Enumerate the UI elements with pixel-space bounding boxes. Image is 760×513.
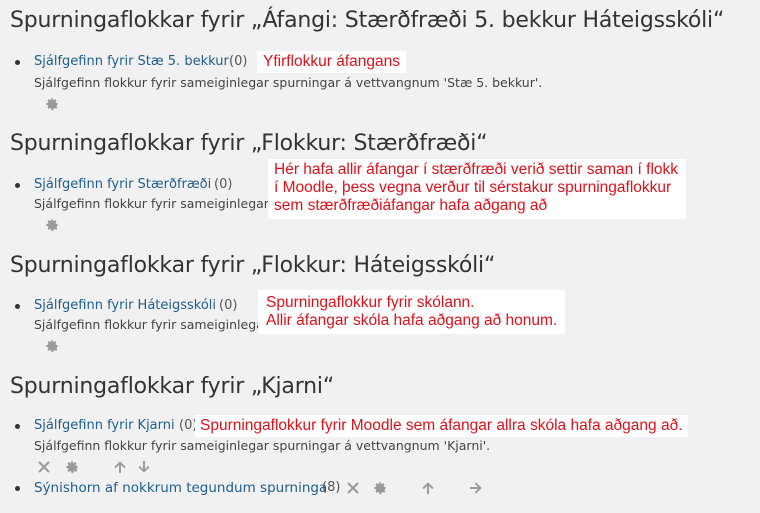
annotation-note: Hér hafa allir áfangar í stærðfræði veri…: [268, 159, 687, 219]
section-heading: Spurningaflokkar fyrir „Flokkur: Stærðfr…: [10, 131, 488, 156]
category-description: Sjálfgefinn flokkur fyrir sameiginlegar …: [34, 438, 491, 453]
gear-icon[interactable]: [65, 460, 79, 474]
list-bullet: [15, 486, 20, 491]
category-link[interactable]: Sjálfgefinn fyrir Stæ 5. bekkur: [34, 54, 229, 69]
question-count: (8): [322, 480, 341, 495]
list-bullet: [15, 183, 20, 188]
gear-icon[interactable]: [45, 339, 59, 353]
question-count: (0): [229, 54, 248, 69]
category-link[interactable]: Sýnishorn af nokkrum tegundum spurninga: [34, 480, 327, 496]
question-count: (0): [214, 177, 233, 192]
close-icon[interactable]: [37, 460, 51, 474]
section-heading: Spurningaflokkar fyrir „Áfangi: Stærðfræ…: [10, 8, 725, 33]
section-heading: Spurningaflokkar fyrir „Flokkur: Háteigs…: [10, 253, 496, 278]
section-heading: Spurningaflokkar fyrir „Kjarni“: [10, 374, 335, 399]
list-bullet: [15, 424, 20, 429]
question-count: (0): [219, 298, 238, 313]
annotation-note: Spurningaflokkur fyrir skólann. Allir áf…: [258, 290, 566, 334]
arrow-up-icon[interactable]: [113, 460, 127, 474]
arrow-right-icon[interactable]: [469, 481, 483, 495]
gear-icon[interactable]: [45, 97, 59, 111]
category-description: Sjálfgefinn flokkur fyrir sameiginlegar …: [34, 75, 543, 90]
annotation-note: Yfirflokkur áfangans: [257, 51, 406, 73]
category-link[interactable]: Sjálfgefinn fyrir Stærðfræði: [34, 177, 211, 192]
arrow-down-icon[interactable]: [137, 460, 151, 474]
list-bullet: [15, 304, 20, 309]
close-icon[interactable]: [346, 481, 360, 495]
arrow-up-icon[interactable]: [421, 481, 435, 495]
category-link[interactable]: Sjálfgefinn fyrir Háteigsskóli: [34, 298, 216, 313]
category-link[interactable]: Sjálfgefinn fyrir Kjarni: [34, 418, 175, 433]
gear-icon[interactable]: [45, 218, 59, 232]
list-bullet: [15, 60, 20, 65]
annotation-note: Spurningaflokkur fyrir Moodle sem áfanga…: [195, 415, 688, 437]
gear-icon[interactable]: [373, 481, 387, 495]
